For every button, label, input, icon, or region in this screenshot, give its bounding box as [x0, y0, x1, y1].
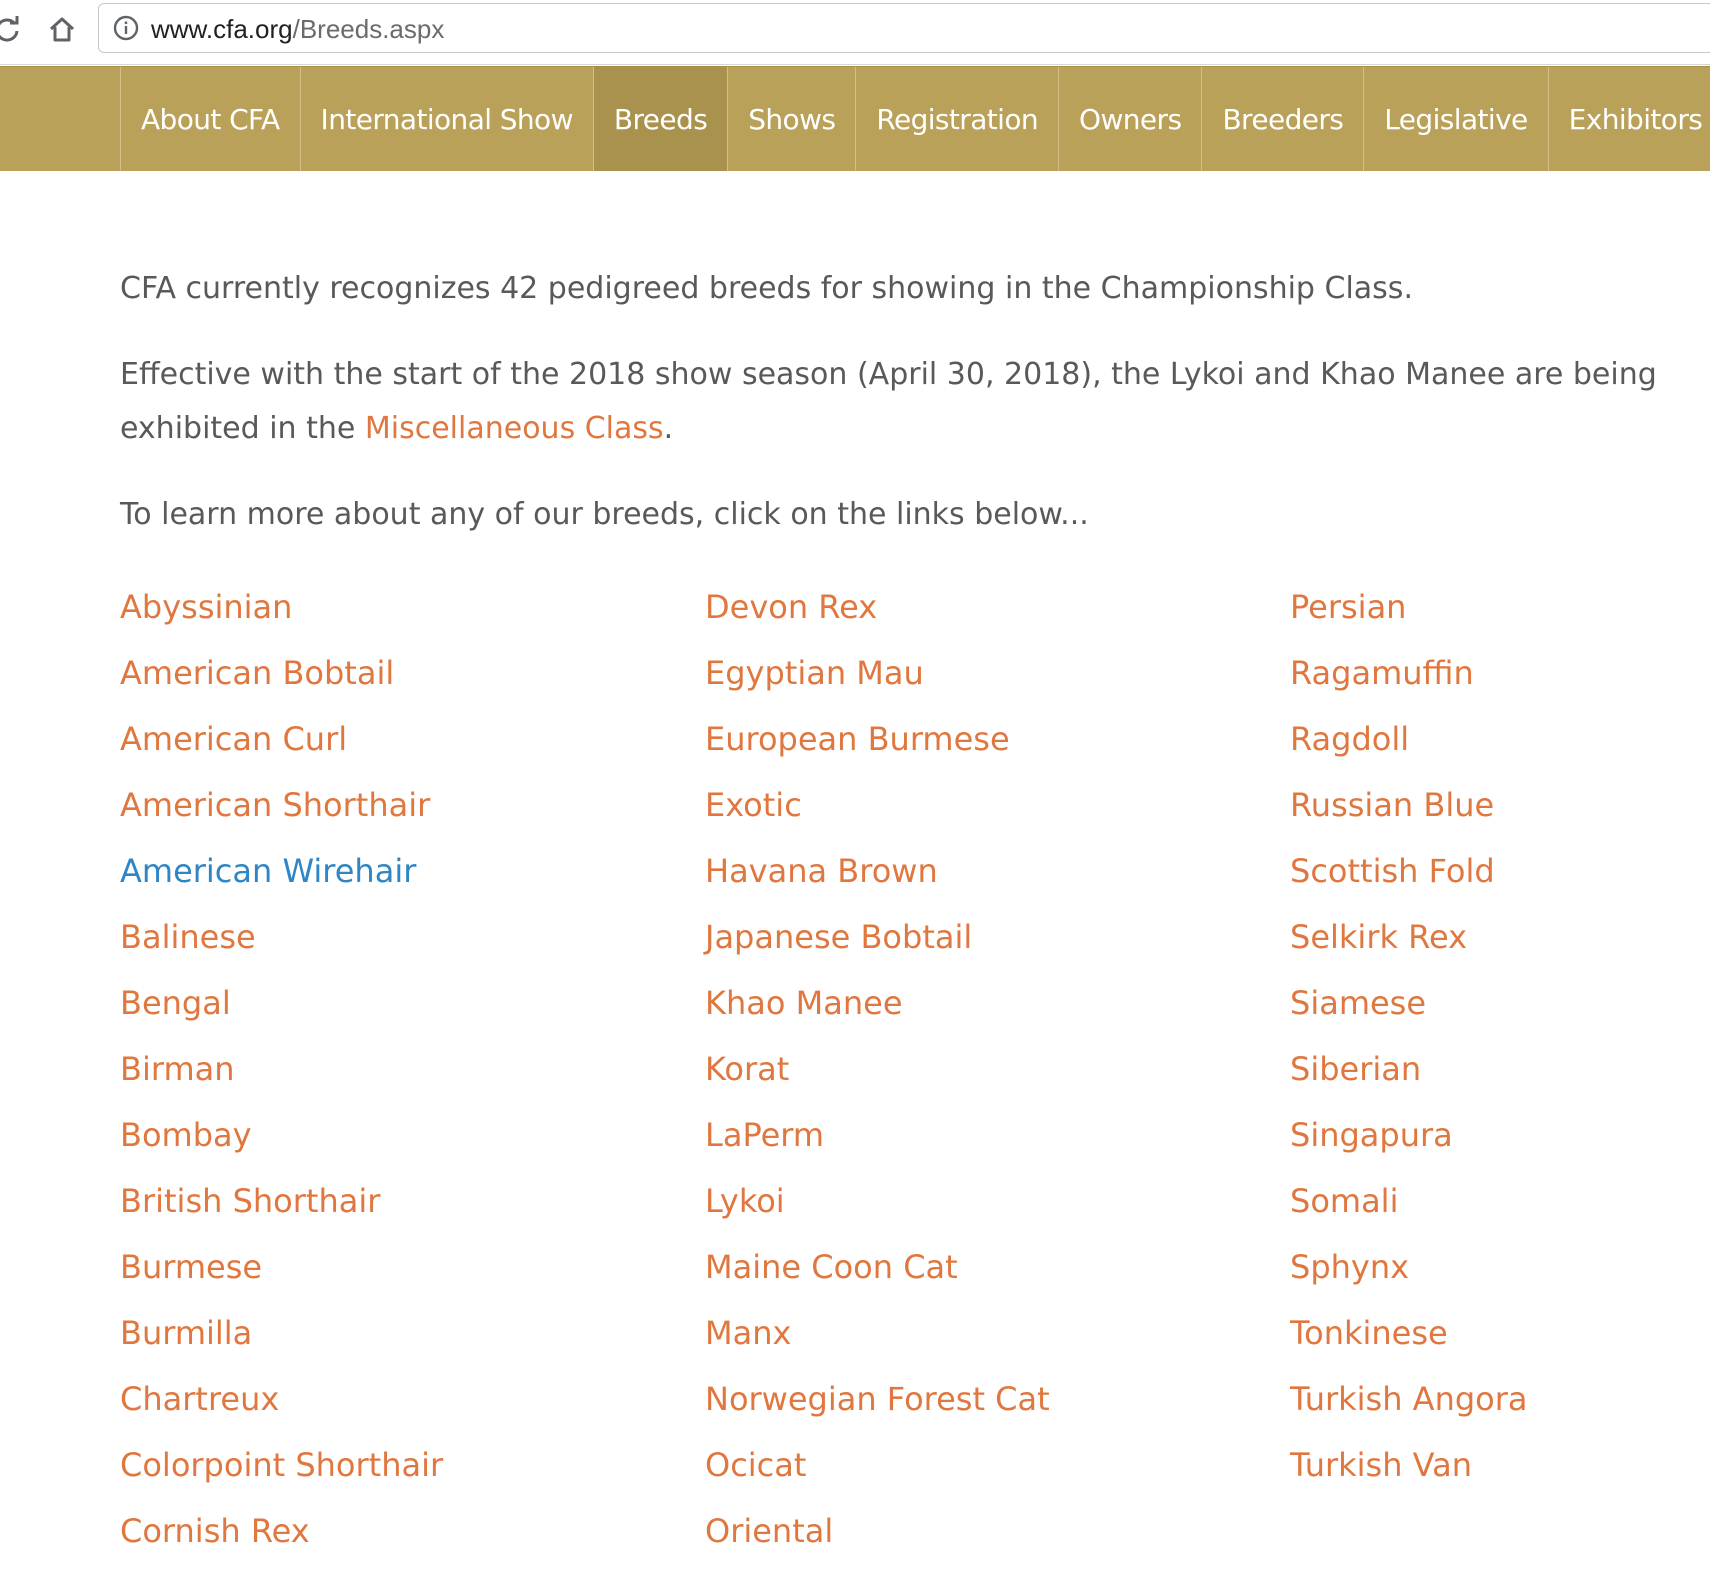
home-icon[interactable]	[43, 10, 81, 48]
url-path: /Breeds.aspx	[292, 14, 445, 44]
breed-link-laperm[interactable]: LaPerm	[705, 1108, 1265, 1174]
breed-link-exotic[interactable]: Exotic	[705, 778, 1265, 844]
nav-item-registration[interactable]: Registration	[856, 67, 1060, 171]
breed-link-maine-coon-cat[interactable]: Maine Coon Cat	[705, 1240, 1265, 1306]
breed-link-american-wirehair[interactable]: American Wirehair	[120, 844, 680, 910]
nav-item-international-show[interactable]: International Show	[301, 67, 594, 171]
breed-link-norwegian-forest-cat[interactable]: Norwegian Forest Cat	[705, 1372, 1265, 1438]
breed-link-khao-manee[interactable]: Khao Manee	[705, 976, 1265, 1042]
breed-link-american-shorthair[interactable]: American Shorthair	[120, 778, 680, 844]
intro-text: CFA currently recognizes 42 pedigreed br…	[120, 271, 1413, 306]
address-bar[interactable]: www.cfa.org/Breeds.aspx	[98, 3, 1710, 53]
url-text: www.cfa.org/Breeds.aspx	[151, 14, 444, 44]
nav-item-owners[interactable]: Owners	[1059, 67, 1203, 171]
nav-menu: About CFA International Show Breeds Shows Re…	[120, 67, 1710, 171]
breed-link-european-burmese[interactable]: European Burmese	[705, 712, 1265, 778]
breed-link-sphynx[interactable]: Sphynx	[1290, 1240, 1710, 1306]
breed-link-american-bobtail[interactable]: American Bobtail	[120, 646, 680, 712]
breed-column-3: Persian Ragamuffin Ragdoll Russian Blue Scot…	[1290, 580, 1710, 1504]
effective-prefix: Effective with the start of the 2018 sho…	[120, 357, 1657, 446]
main-content: CFA currently recognizes 42 pedigreed br…	[120, 262, 1710, 574]
breed-link-siamese[interactable]: Siamese	[1290, 976, 1710, 1042]
breed-link-colorpoint-shorthair[interactable]: Colorpoint Shorthair	[120, 1438, 680, 1504]
breed-link-russian-blue[interactable]: Russian Blue	[1290, 778, 1710, 844]
effective-text: Effective with the start of the 2018 sho…	[120, 348, 1710, 456]
breed-link-cornish-rex[interactable]: Cornish Rex	[120, 1504, 680, 1570]
breed-link-somali[interactable]: Somali	[1290, 1174, 1710, 1240]
breed-link-ragdoll[interactable]: Ragdoll	[1290, 712, 1710, 778]
breed-link-balinese[interactable]: Balinese	[120, 910, 680, 976]
breed-link-lykoi[interactable]: Lykoi	[705, 1174, 1265, 1240]
browser-toolbar: www.cfa.org/Breeds.aspx	[0, 0, 1710, 65]
breed-link-siberian[interactable]: Siberian	[1290, 1042, 1710, 1108]
breed-link-american-curl[interactable]: American Curl	[120, 712, 680, 778]
url-host: www.cfa.org	[151, 14, 293, 44]
nav-item-about-cfa[interactable]: About CFA	[121, 67, 301, 171]
breed-link-oriental[interactable]: Oriental	[705, 1504, 1265, 1570]
breed-link-havana-brown[interactable]: Havana Brown	[705, 844, 1265, 910]
breed-link-burmese[interactable]: Burmese	[120, 1240, 680, 1306]
breed-link-bombay[interactable]: Bombay	[120, 1108, 680, 1174]
breed-link-abyssinian[interactable]: Abyssinian	[120, 580, 680, 646]
breed-link-burmilla[interactable]: Burmilla	[120, 1306, 680, 1372]
nav-item-shows[interactable]: Shows	[728, 67, 857, 171]
breed-link-turkish-angora[interactable]: Turkish Angora	[1290, 1372, 1710, 1438]
breed-column-1: Abyssinian American Bobtail American Curl A…	[120, 580, 680, 1570]
breed-link-manx[interactable]: Manx	[705, 1306, 1265, 1372]
nav-item-breeders[interactable]: Breeders	[1202, 67, 1365, 171]
breed-link-chartreux[interactable]: Chartreux	[120, 1372, 680, 1438]
breed-column-2: Devon Rex Egyptian Mau European Burmese Exo…	[705, 580, 1265, 1570]
breed-link-tonkinese[interactable]: Tonkinese	[1290, 1306, 1710, 1372]
breed-link-birman[interactable]: Birman	[120, 1042, 680, 1108]
breed-link-devon-rex[interactable]: Devon Rex	[705, 580, 1265, 646]
breed-link-egyptian-mau[interactable]: Egyptian Mau	[705, 646, 1265, 712]
breed-link-bengal[interactable]: Bengal	[120, 976, 680, 1042]
breed-link-japanese-bobtail[interactable]: Japanese Bobtail	[705, 910, 1265, 976]
nav-item-legislative[interactable]: Legislative	[1364, 67, 1549, 171]
reload-icon[interactable]	[0, 10, 26, 48]
breed-link-scottish-fold[interactable]: Scottish Fold	[1290, 844, 1710, 910]
breed-link-ocicat[interactable]: Ocicat	[705, 1438, 1265, 1504]
info-icon[interactable]	[113, 15, 139, 41]
nav-item-exhibitors[interactable]: Exhibitors	[1549, 67, 1710, 171]
breed-link-british-shorthair[interactable]: British Shorthair	[120, 1174, 680, 1240]
breed-link-turkish-van[interactable]: Turkish Van	[1290, 1438, 1710, 1504]
breed-link-selkirk-rex[interactable]: Selkirk Rex	[1290, 910, 1710, 976]
learn-more-text: To learn more about any of our breeds, c…	[120, 497, 1089, 532]
nav-item-breeds[interactable]: Breeds	[593, 67, 729, 171]
breed-link-singapura[interactable]: Singapura	[1290, 1108, 1710, 1174]
miscellaneous-class-link[interactable]: Miscellaneous Class	[365, 411, 664, 446]
breed-link-korat[interactable]: Korat	[705, 1042, 1265, 1108]
site-navbar: About CFA International Show Breeds Shows Re…	[0, 66, 1710, 171]
breed-link-ragamuffin[interactable]: Ragamuffin	[1290, 646, 1710, 712]
effective-suffix: .	[663, 411, 674, 446]
breed-link-persian[interactable]: Persian	[1290, 580, 1710, 646]
